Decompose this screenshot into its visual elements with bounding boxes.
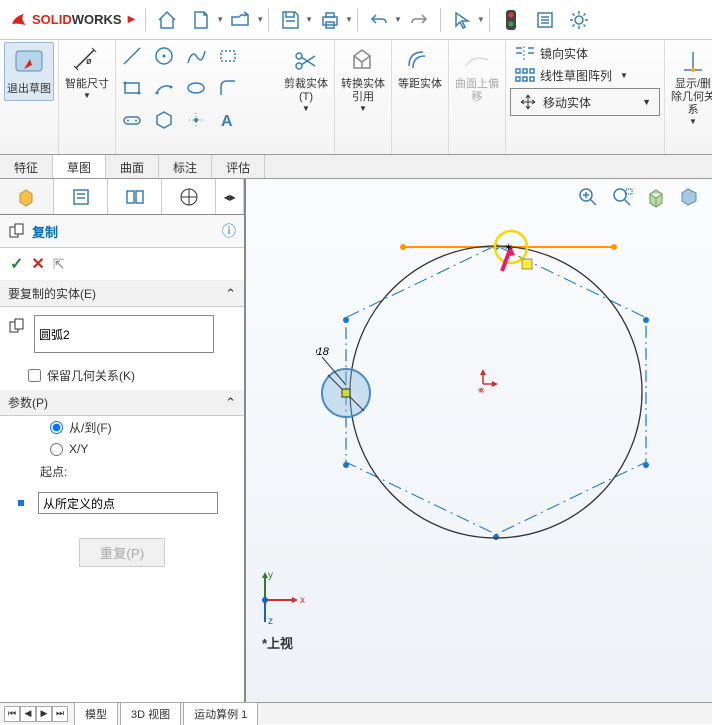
ellipse-tool[interactable] bbox=[182, 74, 210, 102]
pm-tab-property[interactable] bbox=[54, 179, 108, 214]
arc-tool[interactable] bbox=[150, 74, 178, 102]
app-logo: SOLIDWORKS ▶ bbox=[4, 11, 141, 29]
main-area: ◂▸ 复制 ⓘ ✓ ✕ ⇱ 要复制的实体(E)⌃ 保留几何关系(K) 参数(P)… bbox=[0, 179, 712, 702]
app-menu-caret[interactable]: ▶ bbox=[128, 14, 136, 25]
radio-fromto[interactable] bbox=[50, 421, 63, 434]
settings-button[interactable] bbox=[563, 4, 595, 36]
spline-tool[interactable] bbox=[182, 42, 210, 70]
svg-text:y: y bbox=[268, 570, 273, 581]
surface-offset-button: 曲面上偏移 bbox=[453, 42, 501, 108]
bottom-bar: ⏮ ◀ ▶ ⏭ 模型 3D 视图 运动算例 1 bbox=[0, 702, 712, 724]
pm-tab-config[interactable] bbox=[108, 179, 162, 214]
origin-marker: ⨳ bbox=[468, 369, 498, 399]
save-button[interactable] bbox=[274, 4, 306, 36]
start-point-label: 起点: bbox=[0, 459, 244, 484]
entities-list-input[interactable] bbox=[34, 315, 214, 353]
display-delete-relations-button[interactable]: 显示/删除几何关系▼ bbox=[669, 42, 712, 130]
pm-title-bar: 复制 ⓘ bbox=[0, 215, 244, 248]
exit-sketch-button[interactable]: 退出草图 bbox=[4, 42, 54, 101]
ribbon: 退出草图 ø 智能尺寸 ▼ A 剪裁实体(T)▼ 转换实 bbox=[0, 40, 712, 155]
trim-button[interactable]: 剪裁实体(T)▼ bbox=[282, 42, 330, 117]
tab-evaluate[interactable]: 评估 bbox=[212, 155, 265, 178]
redo-button[interactable] bbox=[403, 4, 435, 36]
new-button[interactable] bbox=[185, 4, 217, 36]
print-button[interactable] bbox=[314, 4, 346, 36]
home-button[interactable] bbox=[151, 4, 183, 36]
graphics-viewport[interactable]: ✶ ⌀18 ⨳ x y z *上视 bbox=[246, 179, 712, 702]
pushpin-icon[interactable]: ⇱ bbox=[53, 256, 65, 273]
tab-annotate[interactable]: 标注 bbox=[159, 155, 212, 178]
nav-first[interactable]: ⏮ bbox=[4, 706, 20, 722]
tab-nav-buttons: ⏮ ◀ ▶ ⏭ bbox=[0, 706, 72, 722]
undo-button[interactable] bbox=[363, 4, 395, 36]
title-bar: SOLIDWORKS ▶ ▼ ▼ ▼ ▼ ▼ ▼ bbox=[0, 0, 712, 40]
bottom-tab-3dview[interactable]: 3D 视图 bbox=[120, 702, 181, 725]
offset-entities-button[interactable]: 等距实体 bbox=[396, 42, 444, 95]
point-tool[interactable] bbox=[182, 106, 210, 134]
open-button[interactable] bbox=[225, 4, 257, 36]
pm-tab-more[interactable]: ◂▸ bbox=[216, 179, 244, 214]
nav-prev[interactable]: ◀ bbox=[20, 706, 36, 722]
mirror-entities-button[interactable]: 镜向实体 bbox=[510, 42, 660, 64]
sketch-tools-grid: A bbox=[116, 40, 278, 154]
tab-surfaces[interactable]: 曲面 bbox=[106, 155, 159, 178]
view-name-label: *上视 bbox=[262, 633, 293, 652]
tab-features[interactable]: 特征 bbox=[0, 155, 53, 178]
copy-command-icon bbox=[8, 222, 26, 240]
options-button[interactable] bbox=[529, 4, 561, 36]
move-entity-dropdown[interactable]: 移动实体 ▼ bbox=[510, 88, 660, 116]
radio-xy[interactable] bbox=[50, 443, 63, 456]
tab-sketch[interactable]: 草图 bbox=[53, 155, 106, 178]
slot-tool[interactable] bbox=[118, 106, 146, 134]
linear-pattern-button[interactable]: 线性草图阵列▼ bbox=[510, 64, 660, 86]
bottom-tab-motion[interactable]: 运动算例 1 bbox=[183, 702, 258, 725]
select-button[interactable] bbox=[446, 4, 478, 36]
ok-button[interactable]: ✓ bbox=[10, 254, 23, 274]
text-tool[interactable]: A bbox=[214, 106, 242, 134]
svg-text:A: A bbox=[221, 113, 233, 130]
zoom-area-icon[interactable] bbox=[608, 183, 636, 211]
fillet-tool[interactable] bbox=[214, 74, 242, 102]
section-params-header[interactable]: 参数(P)⌃ bbox=[0, 390, 244, 416]
help-icon[interactable]: ⓘ bbox=[222, 221, 236, 241]
point-marker-icon bbox=[14, 496, 28, 510]
svg-text:⌀18: ⌀18 bbox=[316, 346, 330, 358]
svg-text:z: z bbox=[268, 616, 273, 627]
repeat-button[interactable]: 重复(P) bbox=[79, 538, 165, 567]
command-tabs: 特征 草图 曲面 标注 评估 bbox=[0, 155, 712, 179]
smart-dimension-button[interactable]: ø 智能尺寸 ▼ bbox=[63, 42, 111, 104]
convert-entities-button[interactable]: 转换实体引用▼ bbox=[339, 42, 387, 117]
traffic-icon[interactable] bbox=[495, 4, 527, 36]
pm-title: 复制 bbox=[32, 222, 58, 241]
entity-list-icon bbox=[8, 317, 26, 335]
property-manager: ◂▸ 复制 ⓘ ✓ ✕ ⇱ 要复制的实体(E)⌃ 保留几何关系(K) 参数(P)… bbox=[0, 179, 246, 702]
section-entities-header[interactable]: 要复制的实体(E)⌃ bbox=[0, 281, 244, 307]
bottom-tab-model[interactable]: 模型 bbox=[74, 702, 118, 725]
display-style-icon[interactable] bbox=[676, 183, 704, 211]
pm-tab-dim[interactable] bbox=[162, 179, 216, 214]
view-toolbar bbox=[574, 183, 704, 211]
keep-relations-checkbox[interactable] bbox=[28, 369, 41, 382]
cancel-button[interactable]: ✕ bbox=[31, 254, 44, 274]
circle-tool[interactable] bbox=[150, 42, 178, 70]
view-orientation-icon[interactable] bbox=[642, 183, 670, 211]
nav-next[interactable]: ▶ bbox=[36, 706, 52, 722]
start-point-input[interactable] bbox=[38, 492, 218, 514]
corner-rect-tool[interactable] bbox=[118, 74, 146, 102]
svg-text:✶: ✶ bbox=[504, 242, 513, 254]
svg-text:x: x bbox=[300, 595, 305, 606]
app-name: SOLIDWORKS bbox=[32, 12, 122, 27]
svg-text:ø: ø bbox=[86, 56, 92, 66]
zoom-fit-icon[interactable] bbox=[574, 183, 602, 211]
polygon-tool[interactable] bbox=[150, 106, 178, 134]
svg-text:⨳: ⨳ bbox=[478, 385, 484, 396]
ds-logo-icon bbox=[10, 11, 28, 29]
line-tool[interactable] bbox=[118, 42, 146, 70]
view-triad: x y z bbox=[250, 570, 310, 630]
pm-tab-feature[interactable] bbox=[0, 179, 54, 214]
nav-last[interactable]: ⏭ bbox=[52, 706, 68, 722]
rectangle-dashed-tool[interactable] bbox=[214, 42, 242, 70]
